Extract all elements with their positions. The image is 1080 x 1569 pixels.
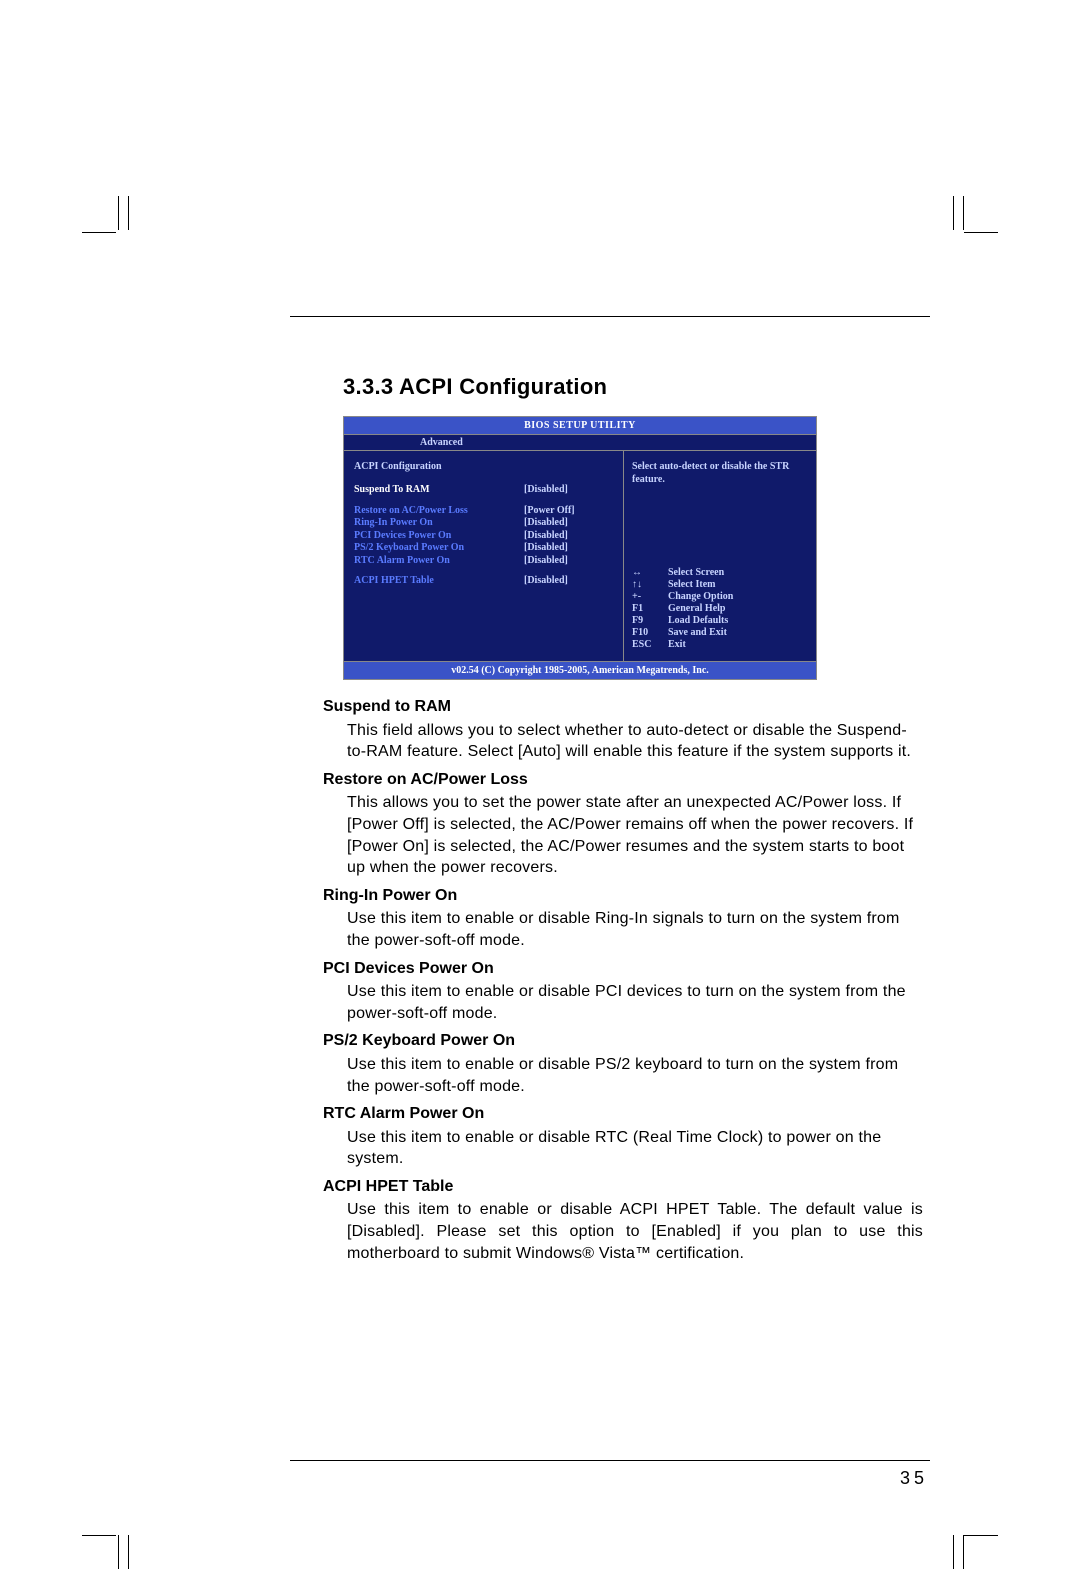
bios-tab: Advanced [344,435,816,451]
crop-mark [82,1535,116,1536]
bottom-rule [290,1460,930,1461]
bios-setting-value: [Disabled] [524,484,568,497]
crop-mark [118,196,119,230]
item-title: PCI Devices Power On [323,958,923,980]
bios-key: ↔ [632,567,668,579]
bios-key: ESC [632,639,668,651]
bios-setting-label: ACPI HPET Table [354,575,524,588]
bios-right-pane: Select auto-detect or disable the STR fe… [624,451,816,661]
bios-key-row: F10Save and Exit [632,627,808,639]
item-body: Use this item to enable or disable PCI d… [347,981,923,1024]
bios-screenshot: BIOS SETUP UTILITY Advanced ACPI Configu… [343,416,817,680]
item-body: Use this item to enable or disable PS/2 … [347,1054,923,1097]
bios-panel-title: ACPI Configuration [354,461,615,472]
bios-setting-label: PCI Devices Power On [354,530,524,543]
bios-key-row: ↑↓Select Item [632,579,808,591]
item-title: Restore on AC/Power Loss [323,769,923,791]
page-number: 35 [900,1468,928,1489]
bios-footer: v02.54 (C) Copyright 1985-2005, American… [344,661,816,679]
bios-key-desc: Change Option [668,591,733,603]
bios-setting-label: PS/2 Keyboard Power On [354,542,524,555]
bios-key-desc: Load Defaults [668,615,728,627]
bios-setting-row: PS/2 Keyboard Power On[Disabled] [354,542,615,555]
bios-setting-label: Restore on AC/Power Loss [354,505,524,518]
crop-mark [964,232,998,233]
bios-key: F10 [632,627,668,639]
bios-body: ACPI Configuration Suspend To RAM[Disabl… [344,451,816,661]
bios-setting-row: RTC Alarm Power On[Disabled] [354,555,615,568]
bios-key: F9 [632,615,668,627]
item-body: This field allows you to select whether … [347,720,923,763]
bios-key: F1 [632,603,668,615]
bios-setting-row: Ring-In Power On[Disabled] [354,517,615,530]
crop-mark [963,196,964,230]
bios-key-desc: Select Screen [668,567,724,579]
bios-key-help: ↔Select Screen↑↓Select Item+-Change Opti… [632,567,808,651]
item-body: This allows you to set the power state a… [347,792,923,878]
item-title: Ring-In Power On [323,885,923,907]
bios-setting-label: Suspend To RAM [354,484,524,497]
item-title: Suspend to RAM [323,696,923,718]
item-body: Use this item to enable or disable Ring-… [347,908,923,951]
bios-key-row: ESCExit [632,639,808,651]
crop-mark [963,1535,964,1569]
crop-mark [953,1535,954,1569]
item-body: Use this item to enable or disable ACPI … [347,1199,923,1264]
section-title: 3.3.3 ACPI Configuration [343,374,945,400]
item-title: RTC Alarm Power On [323,1103,923,1125]
crop-mark [82,232,116,233]
bios-setting-row: Suspend To RAM[Disabled] [354,484,615,497]
bios-setting-row: ACPI HPET Table[Disabled] [354,575,615,588]
bios-key-row: +-Change Option [632,591,808,603]
bios-setting-value: [Disabled] [524,517,568,530]
bios-key: ↑↓ [632,579,668,591]
bios-key-row: F1General Help [632,603,808,615]
bios-header: BIOS SETUP UTILITY [344,417,816,435]
bios-left-pane: ACPI Configuration Suspend To RAM[Disabl… [344,451,624,661]
bios-key-desc: Exit [668,639,686,651]
bios-help-text: Select auto-detect or disable the STR fe… [632,461,808,486]
item-title: ACPI HPET Table [323,1176,923,1198]
bios-key-desc: General Help [668,603,726,615]
content: 3.3.3 ACPI Configuration BIOS SETUP UTIL… [305,316,945,1266]
bios-setting-value: [Power Off] [524,505,575,518]
bios-setting-value: [Disabled] [524,530,568,543]
bios-setting-label: RTC Alarm Power On [354,555,524,568]
bios-key: +- [632,591,668,603]
bios-setting-row: Restore on AC/Power Loss[Power Off] [354,505,615,518]
page: 3.3.3 ACPI Configuration BIOS SETUP UTIL… [0,0,1080,1528]
bios-key-desc: Save and Exit [668,627,727,639]
bios-setting-row: PCI Devices Power On[Disabled] [354,530,615,543]
item-body: Use this item to enable or disable RTC (… [347,1127,923,1170]
bios-key-row: F9Load Defaults [632,615,808,627]
bios-key-desc: Select Item [668,579,715,591]
crop-mark [953,196,954,230]
descriptions: Suspend to RAMThis field allows you to s… [323,696,923,1264]
bios-setting-value: [Disabled] [524,555,568,568]
bios-setting-value: [Disabled] [524,542,568,555]
bios-setting-label: Ring-In Power On [354,517,524,530]
bios-setting-value: [Disabled] [524,575,568,588]
crop-mark [964,1535,998,1536]
crop-mark [128,196,129,230]
crop-mark [128,1535,129,1569]
bios-key-row: ↔Select Screen [632,567,808,579]
crop-mark [118,1535,119,1569]
item-title: PS/2 Keyboard Power On [323,1030,923,1052]
